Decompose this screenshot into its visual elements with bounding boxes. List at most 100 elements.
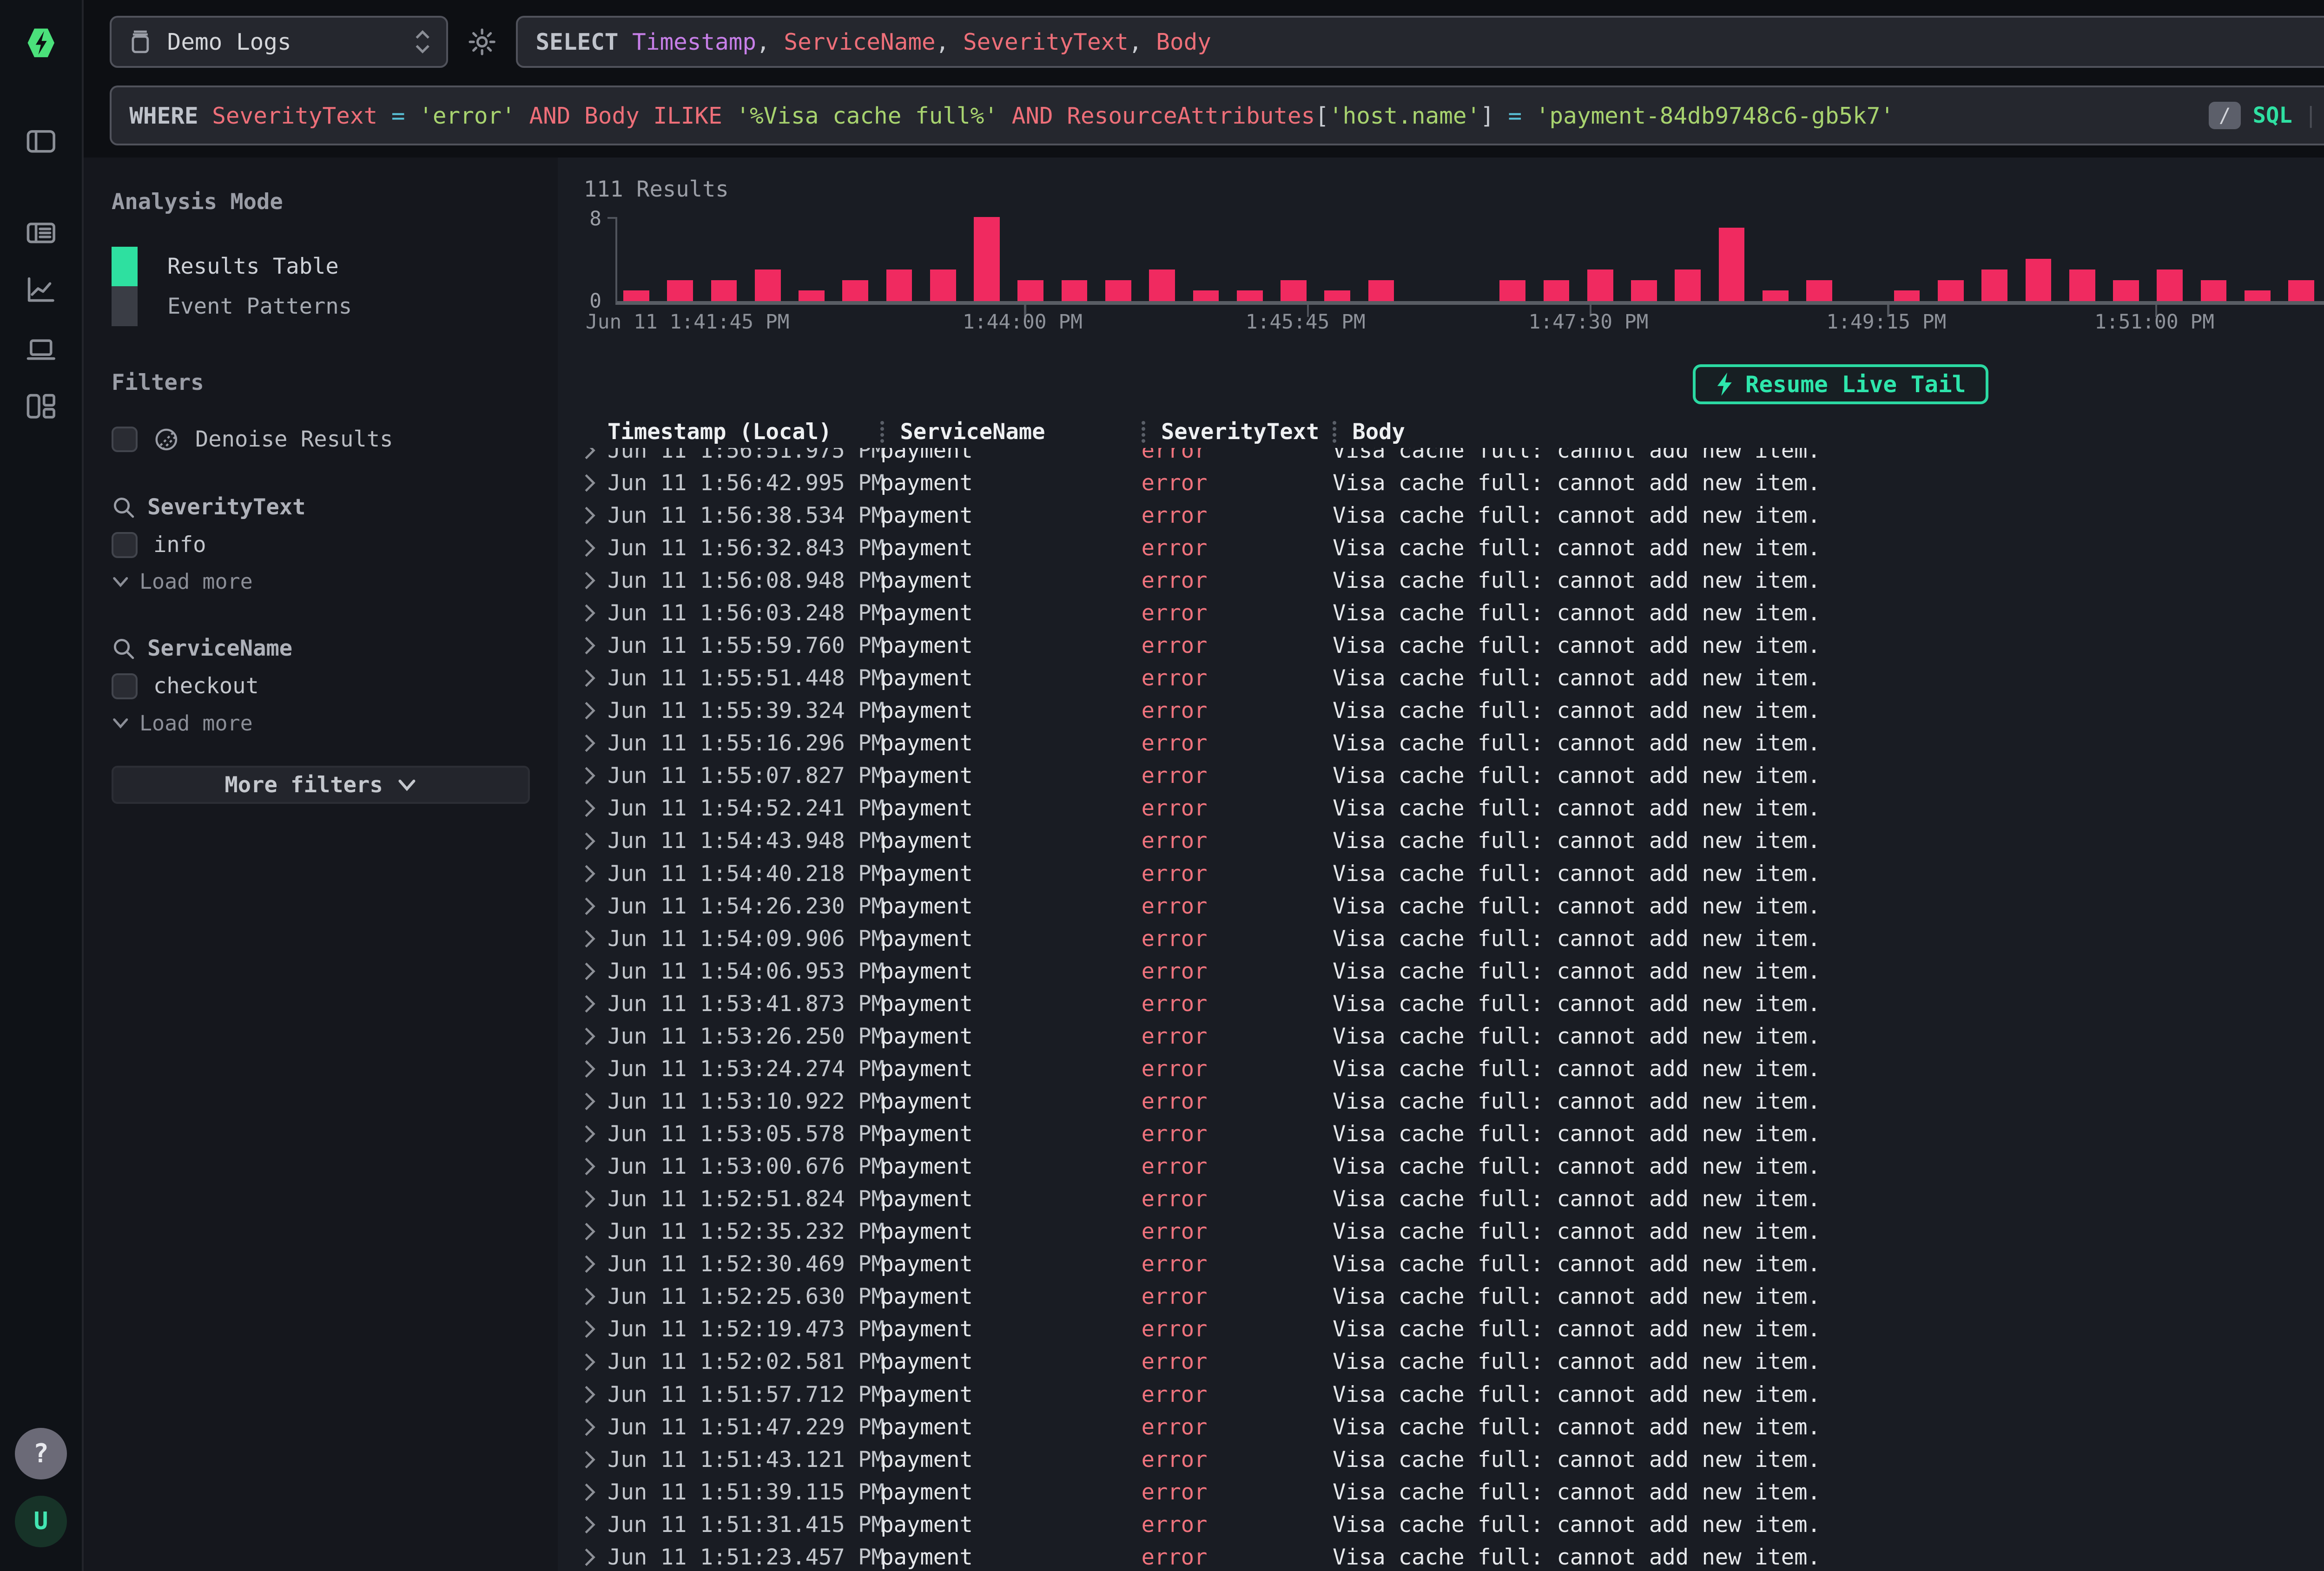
load-more-severitytext[interactable]: Load more bbox=[112, 567, 530, 597]
col-header-body[interactable]: Body bbox=[1333, 419, 2324, 445]
histogram-bar[interactable] bbox=[1938, 280, 1964, 301]
mode-item-results-table[interactable]: Results Table bbox=[112, 247, 530, 287]
histogram-bar[interactable] bbox=[755, 270, 781, 301]
row-expand-chevron-icon[interactable] bbox=[584, 864, 607, 884]
table-row[interactable]: Jun 11 1:54:26.230 PMpaymenterrorVisa ca… bbox=[584, 890, 2324, 922]
histogram-bar[interactable] bbox=[1017, 280, 1043, 301]
table-row[interactable]: Jun 11 1:52:51.824 PMpaymenterrorVisa ca… bbox=[584, 1183, 2324, 1216]
histogram-bar[interactable] bbox=[1719, 228, 1745, 301]
histogram-bar[interactable] bbox=[1894, 290, 1920, 301]
histogram-bar[interactable] bbox=[842, 280, 868, 301]
histogram-plot-area[interactable]: 8 0 bbox=[615, 217, 2324, 305]
row-expand-chevron-icon[interactable] bbox=[584, 1417, 607, 1437]
laptop-icon[interactable] bbox=[23, 330, 59, 366]
table-row[interactable]: Jun 11 1:56:03.248 PMpaymenterrorVisa ca… bbox=[584, 597, 2324, 629]
histogram-bar[interactable] bbox=[1324, 290, 1350, 301]
histogram-bar[interactable] bbox=[1368, 280, 1394, 301]
table-row[interactable]: Jun 11 1:54:09.906 PMpaymenterrorVisa ca… bbox=[584, 922, 2324, 955]
histogram-bar[interactable] bbox=[667, 280, 693, 301]
histogram-bar[interactable] bbox=[2157, 270, 2183, 301]
table-row[interactable]: Jun 11 1:53:41.873 PMpaymenterrorVisa ca… bbox=[584, 987, 2324, 1020]
table-row[interactable]: Jun 11 1:51:23.457 PMpaymenterrorVisa ca… bbox=[584, 1541, 2324, 1571]
gear-icon[interactable] bbox=[460, 16, 504, 67]
row-expand-chevron-icon[interactable] bbox=[584, 1352, 607, 1372]
table-row[interactable]: Jun 11 1:53:00.676 PMpaymenterrorVisa ca… bbox=[584, 1150, 2324, 1183]
row-expand-chevron-icon[interactable] bbox=[584, 1124, 607, 1144]
histogram-bar[interactable] bbox=[1105, 280, 1131, 301]
histogram-bar[interactable] bbox=[1149, 270, 1175, 301]
search-icon[interactable] bbox=[112, 495, 135, 519]
histogram-bar[interactable] bbox=[1587, 270, 1613, 301]
table-row[interactable]: Jun 11 1:54:40.218 PMpaymenterrorVisa ca… bbox=[584, 857, 2324, 890]
col-header-severitytext[interactable]: SeverityText bbox=[1142, 419, 1333, 445]
histogram-bar[interactable] bbox=[1281, 280, 1307, 301]
row-expand-chevron-icon[interactable] bbox=[584, 1189, 607, 1209]
row-expand-chevron-icon[interactable] bbox=[584, 636, 607, 656]
histogram-bar[interactable] bbox=[2026, 259, 2052, 301]
histogram-bar[interactable] bbox=[1062, 280, 1088, 301]
table-row[interactable]: Jun 11 1:56:42.995 PMpaymenterrorVisa ca… bbox=[584, 467, 2324, 499]
column-resize-grip[interactable] bbox=[1142, 421, 1145, 443]
filter-checkbox[interactable] bbox=[112, 532, 138, 558]
column-resize-grip[interactable] bbox=[880, 421, 884, 443]
row-expand-chevron-icon[interactable] bbox=[584, 994, 607, 1014]
filter-group-name[interactable]: SeverityText bbox=[147, 494, 305, 520]
row-expand-chevron-icon[interactable] bbox=[584, 538, 607, 558]
row-expand-chevron-icon[interactable] bbox=[584, 668, 607, 688]
table-row[interactable]: Jun 11 1:56:08.948 PMpaymenterrorVisa ca… bbox=[584, 564, 2324, 597]
histogram-bar[interactable] bbox=[1193, 290, 1219, 301]
histogram-bar[interactable] bbox=[1499, 280, 1525, 301]
col-header-timestamp[interactable]: Timestamp (Local) bbox=[607, 419, 880, 445]
help-button[interactable]: ? bbox=[15, 1428, 66, 1479]
histogram-bar[interactable] bbox=[1806, 280, 1832, 301]
table-row[interactable]: Jun 11 1:52:35.232 PMpaymenterrorVisa ca… bbox=[584, 1216, 2324, 1248]
row-expand-chevron-icon[interactable] bbox=[584, 1287, 607, 1307]
histogram-bar[interactable] bbox=[1981, 270, 2007, 301]
denoise-results-row[interactable]: Denoise Results bbox=[112, 423, 530, 455]
where-query-input[interactable]: WHERE SeverityText = 'error' AND Body IL… bbox=[110, 85, 2324, 145]
line-chart-icon[interactable] bbox=[23, 273, 59, 309]
row-expand-chevron-icon[interactable] bbox=[584, 1385, 607, 1405]
row-expand-chevron-icon[interactable] bbox=[584, 929, 607, 949]
histogram-bar[interactable] bbox=[799, 290, 825, 301]
row-expand-chevron-icon[interactable] bbox=[584, 961, 607, 981]
histogram-bar[interactable] bbox=[974, 217, 1000, 301]
histogram-bar[interactable] bbox=[2113, 280, 2139, 301]
row-expand-chevron-icon[interactable] bbox=[584, 1515, 607, 1535]
histogram-bar[interactable] bbox=[1544, 280, 1570, 301]
filter-option-info[interactable]: info bbox=[112, 529, 530, 561]
table-row[interactable]: Jun 11 1:55:16.296 PMpaymenterrorVisa ca… bbox=[584, 727, 2324, 760]
log-list-icon[interactable] bbox=[23, 215, 59, 251]
hyperdx-logo-icon[interactable] bbox=[18, 20, 64, 66]
filter-group-name[interactable]: ServiceName bbox=[147, 636, 292, 661]
table-row[interactable]: Jun 11 1:56:32.843 PMpaymenterrorVisa ca… bbox=[584, 532, 2324, 564]
row-expand-chevron-icon[interactable] bbox=[584, 1026, 607, 1046]
mode-item-event-patterns[interactable]: Event Patterns bbox=[112, 286, 530, 326]
histogram-bar[interactable] bbox=[623, 290, 649, 301]
table-row[interactable]: Jun 11 1:55:07.827 PMpaymenterrorVisa ca… bbox=[584, 760, 2324, 792]
table-row[interactable]: Jun 11 1:53:26.250 PMpaymenterrorVisa ca… bbox=[584, 1020, 2324, 1052]
table-row[interactable]: Jun 11 1:52:30.469 PMpaymenterrorVisa ca… bbox=[584, 1248, 2324, 1281]
table-row[interactable]: Jun 11 1:53:05.578 PMpaymenterrorVisa ca… bbox=[584, 1117, 2324, 1150]
histogram-bar[interactable] bbox=[1763, 290, 1789, 301]
source-select[interactable]: Demo Logs bbox=[110, 16, 449, 67]
row-expand-chevron-icon[interactable] bbox=[584, 1222, 607, 1242]
row-expand-chevron-icon[interactable] bbox=[584, 733, 607, 753]
table-row[interactable]: Jun 11 1:54:43.948 PMpaymenterrorVisa ca… bbox=[584, 825, 2324, 857]
row-expand-chevron-icon[interactable] bbox=[584, 896, 607, 916]
row-expand-chevron-icon[interactable] bbox=[584, 1547, 607, 1567]
table-row[interactable]: Jun 11 1:51:39.115 PMpaymenterrorVisa ca… bbox=[584, 1476, 2324, 1508]
table-row[interactable]: Jun 11 1:51:57.712 PMpaymenterrorVisa ca… bbox=[584, 1378, 2324, 1411]
histogram-bar[interactable] bbox=[886, 270, 912, 301]
table-row[interactable]: Jun 11 1:56:38.534 PMpaymenterrorVisa ca… bbox=[584, 499, 2324, 532]
histogram-bar[interactable] bbox=[711, 280, 737, 301]
table-row[interactable]: Jun 11 1:54:52.241 PMpaymenterrorVisa ca… bbox=[584, 792, 2324, 825]
table-row[interactable]: Jun 11 1:51:43.121 PMpaymenterrorVisa ca… bbox=[584, 1443, 2324, 1476]
column-resize-grip[interactable] bbox=[1333, 421, 1336, 443]
row-expand-chevron-icon[interactable] bbox=[584, 1059, 607, 1079]
row-expand-chevron-icon[interactable] bbox=[584, 1450, 607, 1470]
table-row[interactable]: Jun 11 1:51:47.229 PMpaymenterrorVisa ca… bbox=[584, 1411, 2324, 1443]
row-expand-chevron-icon[interactable] bbox=[584, 798, 607, 818]
table-row[interactable]: Jun 11 1:55:39.324 PMpaymenterrorVisa ca… bbox=[584, 695, 2324, 727]
histogram-bar[interactable] bbox=[1237, 290, 1263, 301]
